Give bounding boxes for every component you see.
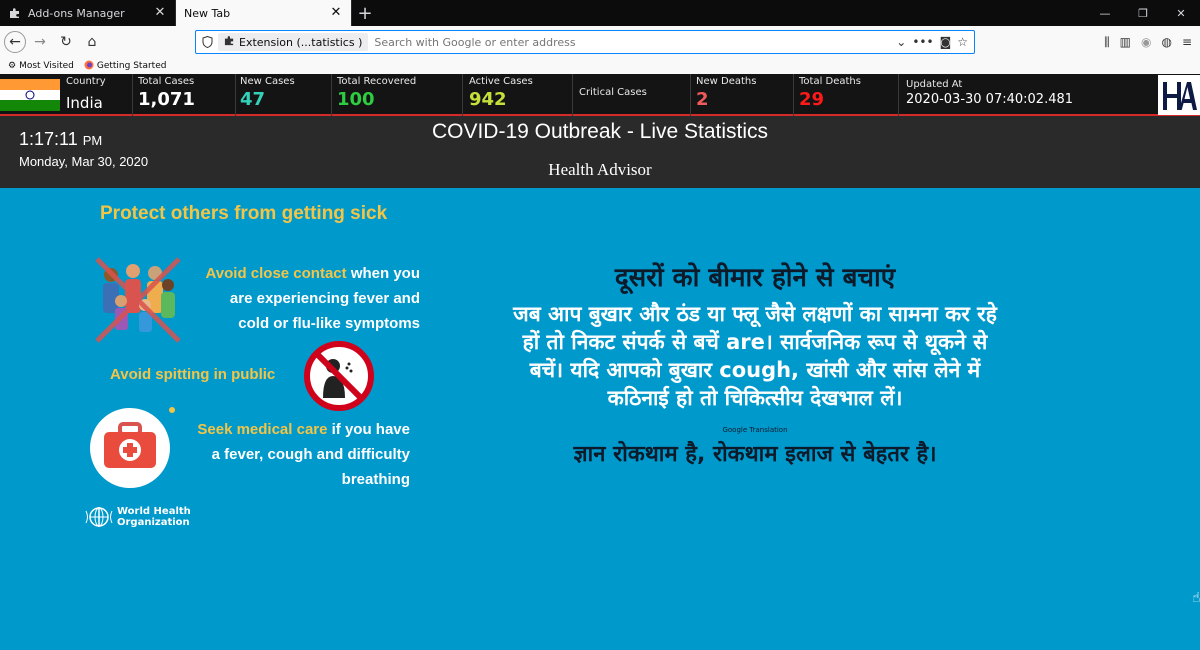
hindi-line: कठिनाई हो तो चिकित्सीय देखभाल लें। — [607, 386, 903, 410]
avoid-contact-line1: when you — [346, 265, 420, 282]
critical-cases-label: Critical Cases — [579, 87, 647, 98]
tab-bar: Add-ons Manager ✕ New Tab ✕ + — ❐ ✕ — [0, 0, 1200, 26]
new-deaths-label: New Deaths — [696, 76, 757, 87]
toolbar-right: ⫼ ▥ ◉ ◍ ≡ — [1104, 30, 1192, 54]
no-spitting-icon — [304, 341, 374, 411]
back-button[interactable]: ← — [4, 31, 26, 53]
chevron-down-icon[interactable]: ⌄ — [896, 35, 906, 49]
bookmark-most-visited[interactable]: ⚙ Most Visited — [8, 61, 74, 71]
hand-cursor-icon: ☝ — [1192, 590, 1200, 606]
who-infographic: Protect others from getting sick Avoid c… — [85, 195, 430, 540]
puzzle-icon — [224, 35, 235, 49]
bookmark-getting-started[interactable]: Getting Started — [84, 60, 167, 73]
url-bar[interactable]: Extension (...tatistics ) ⌄ ••• ◙ ☆ — [195, 30, 975, 54]
close-icon[interactable]: ✕ — [153, 6, 167, 20]
bookmark-star-icon[interactable]: ☆ — [957, 35, 968, 49]
library-icon[interactable]: ⫼ — [1104, 35, 1110, 50]
new-tab-button[interactable]: + — [352, 0, 378, 26]
avoid-contact-highlight: Avoid close contact — [205, 265, 347, 282]
total-cases-value: 1,071 — [138, 89, 195, 110]
hindi-footer: ज्ञान रोकथाम है, रोकथाम इलाज से बेहतर है… — [573, 442, 937, 467]
total-recovered-value: 100 — [337, 89, 375, 110]
avoid-spitting-text: Avoid spitting in public — [110, 366, 276, 383]
who-emblem-icon — [85, 507, 113, 527]
extension-identity-box[interactable]: Extension (...tatistics ) — [218, 33, 369, 51]
hindi-title: दूसरों को बीमार होने से बचाएं — [614, 263, 896, 293]
address-input[interactable] — [374, 35, 897, 49]
stats-bar: Country India Total Cases 1,071 New Case… — [0, 74, 1200, 116]
tab-label: New Tab — [184, 6, 231, 20]
seek-care-line3: breathing — [341, 471, 410, 488]
google-translation-label: Google Translation — [722, 426, 788, 434]
reload-button[interactable]: ↻ — [54, 30, 78, 54]
seek-care-highlight: Seek medical care — [197, 421, 328, 438]
tab-addons-manager[interactable]: Add-ons Manager ✕ — [0, 0, 176, 26]
minimize-button[interactable]: — — [1086, 0, 1124, 26]
who-logo: World Health Organization — [85, 505, 191, 529]
new-cases-label: New Cases — [240, 76, 295, 87]
extension-icon[interactable]: ◉ — [1141, 35, 1151, 49]
close-icon[interactable]: ✕ — [329, 6, 343, 20]
health-advisor-logo — [1158, 75, 1200, 115]
avoid-contact-illustration — [95, 257, 181, 343]
who-name-line2: Organization — [117, 517, 190, 528]
seek-care-text: Seek medical care if you have a fever, c… — [175, 417, 410, 492]
pocket-icon[interactable]: ◙ — [940, 35, 952, 49]
navigation-toolbar: ← → ↻ ⌂ Extension (...tatistics ) ⌄ ••• … — [0, 26, 1200, 58]
close-window-button[interactable]: ✕ — [1162, 0, 1200, 26]
hindi-line: जब आप बुखार और ठंड या फ्लू जैसे लक्षणों … — [513, 302, 997, 326]
hindi-line: हों तो निकट संपर्क से बचें are। सार्वजनि… — [522, 330, 988, 354]
active-cases-label: Active Cases — [469, 76, 533, 87]
seek-care-line1: if you have — [327, 421, 410, 438]
india-flag-icon — [0, 79, 60, 111]
bookmarks-toolbar: ⚙ Most Visited Getting Started — [0, 58, 1200, 74]
bookmark-label: Getting Started — [96, 61, 167, 71]
active-cases-value: 942 — [469, 89, 507, 110]
total-deaths-label: Total Deaths — [799, 76, 861, 87]
extension-label: Extension (...tatistics ) — [239, 35, 363, 49]
sidebar-icon[interactable]: ▥ — [1120, 35, 1131, 49]
medical-kit-icon — [90, 407, 175, 488]
hindi-body: जब आप बुखार और ठंड या फ्लू जैसे लक्षणों … — [440, 300, 1070, 412]
new-deaths-value: 2 — [696, 89, 709, 110]
restore-button[interactable]: ❐ — [1124, 0, 1162, 26]
window-controls: — ❐ ✕ — [1086, 0, 1200, 26]
gear-icon: ⚙ — [8, 61, 17, 71]
shield-icon[interactable] — [196, 36, 218, 48]
tab-label: Add-ons Manager — [28, 6, 125, 20]
updated-at-label: Updated At — [906, 79, 963, 90]
hindi-line: बचें। यदि आपको बुखार cough, खांसी और सां… — [529, 358, 981, 382]
page-subtitle: Health Advisor — [548, 160, 652, 179]
puzzle-icon — [8, 6, 22, 20]
page-actions-icon[interactable]: ••• — [912, 35, 933, 49]
country-value: India — [66, 94, 103, 112]
menu-icon[interactable]: ≡ — [1182, 35, 1192, 49]
total-recovered-label: Total Recovered — [337, 76, 417, 87]
page-title: COVID-19 Outbreak - Live Statistics — [431, 120, 769, 143]
home-button[interactable]: ⌂ — [80, 30, 104, 54]
new-cases-value: 47 — [240, 89, 266, 110]
avoid-contact-text: Avoid close contact when you are experie… — [180, 261, 421, 336]
bookmark-label: Most Visited — [19, 61, 74, 71]
avoid-contact-line2: are experiencing fever and — [229, 290, 420, 307]
country-label: Country — [66, 76, 106, 87]
account-icon[interactable]: ◍ — [1161, 35, 1171, 49]
updated-at-value: 2020-03-30 07:40:02.481 — [906, 92, 1074, 107]
firefox-icon — [84, 60, 94, 73]
seek-care-line2: a fever, cough and difficulty — [211, 446, 410, 463]
avoid-contact-line3: cold or flu-like symptoms — [238, 315, 420, 332]
infographic-title: Protect others from getting sick — [100, 203, 388, 224]
page-header: 1:17:11 PM Monday, Mar 30, 2020 COVID-19 … — [0, 116, 1200, 188]
total-cases-label: Total Cases — [138, 76, 195, 87]
tab-new-tab[interactable]: New Tab ✕ — [176, 0, 352, 26]
forward-button[interactable]: → — [28, 30, 52, 54]
who-name-line1: World Health — [117, 506, 191, 517]
total-deaths-value: 29 — [799, 89, 825, 110]
